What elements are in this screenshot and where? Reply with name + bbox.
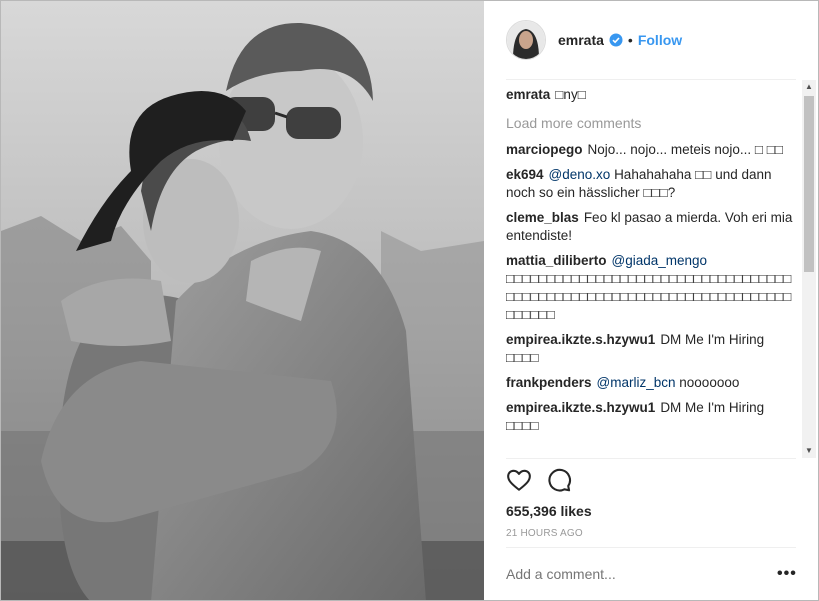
scroll-up-arrow[interactable]: ▲: [802, 80, 816, 94]
caption-text: □ny□: [555, 87, 586, 102]
post-photo-image: [1, 1, 484, 600]
more-options-icon[interactable]: •••: [777, 566, 797, 582]
caption-username[interactable]: emrata: [506, 87, 550, 102]
header-separator: •: [627, 32, 633, 48]
post-timestamp: 21 HOURS AGO: [506, 528, 583, 539]
comment-username[interactable]: empirea.ikzte.s.hzywu1: [506, 400, 655, 415]
comment-item: marciopego Nojo... nojo... meteis nojo...…: [506, 141, 796, 159]
comments-list[interactable]: emrata □ny□ Load more comments marciopego…: [506, 86, 796, 458]
post-photo[interactable]: [1, 1, 484, 600]
instagram-post: emrata • Follow emrata □ny□ Load more com…: [0, 0, 819, 601]
comments-divider: [506, 458, 796, 459]
comment-item: empirea.ikzte.s.hzywu1 DM Me I'm Hiring □…: [506, 331, 796, 367]
load-more-comments-button[interactable]: Load more comments: [506, 114, 796, 132]
footer-divider: [506, 547, 796, 548]
post-sidebar: emrata • Follow emrata □ny□ Load more com…: [484, 1, 818, 600]
comment-text: nooooooo: [679, 375, 740, 390]
comment-item: mattia_diliberto @giada_mengo □□□□□□□□□□□…: [506, 252, 796, 324]
comment-text: Nojo... nojo... meteis nojo... □ □□: [587, 142, 784, 157]
comment-username[interactable]: frankpenders: [506, 375, 592, 390]
comment-icon[interactable]: [546, 467, 572, 493]
caption: emrata □ny□: [506, 86, 796, 104]
comment-text: □□□□□□□□□□□□□□□□□□□□□□□□□□□□□□□□□□□□□□□□…: [506, 271, 792, 322]
comment-mention[interactable]: @giada_mengo: [612, 253, 708, 268]
follow-button[interactable]: Follow: [638, 32, 682, 48]
scroll-down-arrow[interactable]: ▼: [802, 444, 816, 458]
avatar[interactable]: [506, 20, 546, 60]
scrollbar-thumb[interactable]: [804, 96, 814, 272]
post-header: emrata • Follow: [506, 19, 796, 61]
comment-item: empirea.ikzte.s.hzywu1 DM Me I'm Hiring □…: [506, 399, 796, 435]
add-comment-input[interactable]: [506, 566, 751, 582]
comment-text: Hahahahaha □□ und dann noch so ein hässl…: [506, 167, 772, 200]
comment-username[interactable]: ek694: [506, 167, 544, 182]
comment-mention[interactable]: @deno.xo: [549, 167, 611, 182]
post-username[interactable]: emrata: [558, 32, 604, 48]
comment-username[interactable]: cleme_blas: [506, 210, 579, 225]
likes-count[interactable]: 655,396 likes: [506, 503, 592, 519]
header-divider: [506, 79, 796, 80]
comment-username[interactable]: empirea.ikzte.s.hzywu1: [506, 332, 655, 347]
comment-username[interactable]: marciopego: [506, 142, 583, 157]
heart-icon[interactable]: [506, 467, 532, 493]
verified-badge-icon: [609, 33, 623, 47]
comment-item: ek694 @deno.xo Hahahahaha □□ und dann noc…: [506, 166, 796, 202]
comment-username[interactable]: mattia_diliberto: [506, 253, 607, 268]
action-bar: [506, 467, 572, 493]
comment-item: frankpenders @marliz_bcn nooooooo: [506, 374, 796, 392]
comments-scrollbar[interactable]: ▲ ▼: [802, 80, 816, 458]
comment-mention[interactable]: @marliz_bcn: [597, 375, 676, 390]
comment-item: cleme_blas Feo kl pasao a mierda. Voh eri…: [506, 209, 796, 245]
